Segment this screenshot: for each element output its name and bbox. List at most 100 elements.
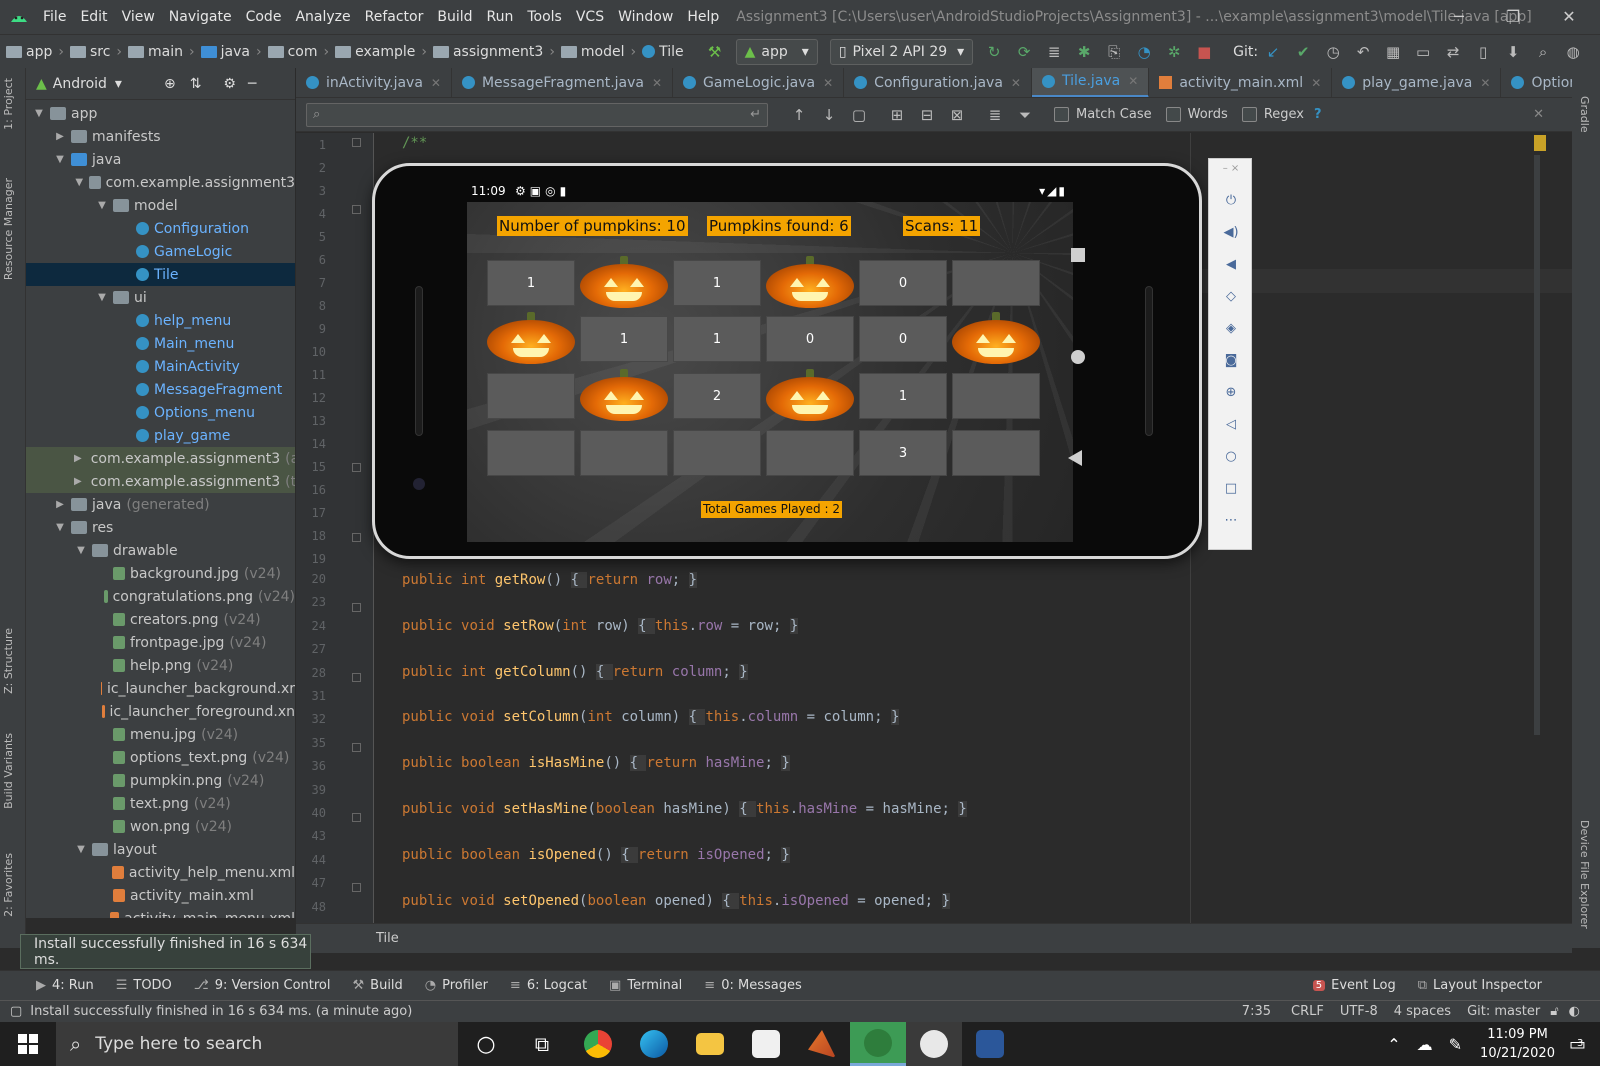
line-separator[interactable]: CRLF bbox=[1291, 1004, 1324, 1019]
pumpkin-tile[interactable] bbox=[578, 369, 670, 423]
editor-tab[interactable]: MessageFragment.java ✕ bbox=[452, 68, 674, 97]
tree-item[interactable]: ic_launcher_foreground.xn bbox=[26, 700, 295, 723]
game-tile[interactable] bbox=[580, 430, 668, 476]
tree-item[interactable]: activity_main.xml bbox=[26, 884, 295, 907]
close-icon[interactable]: ✕ bbox=[1480, 76, 1490, 90]
tree-item[interactable]: activity_main_menu.xml bbox=[26, 907, 295, 918]
tree-item[interactable]: ▶ com.example.assignment3 (te bbox=[26, 470, 295, 493]
tool-window-button[interactable]: ☰ TODO bbox=[116, 978, 172, 993]
game-tile[interactable] bbox=[952, 373, 1040, 419]
chrome-icon[interactable] bbox=[570, 1022, 626, 1066]
tool-window-structure[interactable]: Z: Structure bbox=[2, 628, 15, 694]
close-icon[interactable]: ✕ bbox=[652, 76, 662, 90]
user-icon[interactable]: ◍ bbox=[1560, 39, 1586, 65]
volume-down-icon[interactable]: ◀ bbox=[1209, 257, 1253, 272]
home-icon[interactable] bbox=[1071, 350, 1085, 364]
install-notification[interactable]: Install successfully finished in 16 s 63… bbox=[20, 934, 311, 969]
tree-item[interactable]: Main_menu bbox=[26, 332, 295, 355]
tree-item[interactable]: ▼ drawable bbox=[26, 539, 295, 562]
regex-help-icon[interactable]: ? bbox=[1314, 107, 1322, 122]
filter-icon[interactable]: ⏷ bbox=[1012, 102, 1038, 128]
tree-item[interactable]: help_menu bbox=[26, 309, 295, 332]
tree-item[interactable]: congratulations.png (v24) bbox=[26, 585, 295, 608]
debug-icon[interactable]: ✱ bbox=[1071, 39, 1097, 65]
game-tile[interactable]: 0 bbox=[859, 316, 947, 362]
tree-item[interactable]: frontpage.jpg (v24) bbox=[26, 631, 295, 654]
tool-window-button[interactable]: ⚒ Build bbox=[353, 978, 403, 993]
next-occurrence-icon[interactable]: ↓ bbox=[816, 102, 842, 128]
editor-tab[interactable]: GameLogic.java ✕ bbox=[673, 68, 845, 97]
onedrive-icon[interactable]: ☁ bbox=[1417, 1035, 1433, 1054]
close-icon[interactable]: ✕ bbox=[823, 76, 833, 90]
previous-occurrence-icon[interactable]: ↑ bbox=[786, 102, 812, 128]
chevron-right-icon[interactable]: ▶ bbox=[53, 131, 67, 142]
tool-window-button[interactable]: ▶ 4: Run bbox=[36, 978, 94, 993]
breadcrumb-item[interactable]: model › bbox=[560, 44, 642, 60]
game-tile[interactable]: 1 bbox=[673, 260, 761, 306]
tree-item[interactable]: ▼ app bbox=[26, 102, 295, 125]
rollback-icon[interactable]: ↶ bbox=[1350, 39, 1376, 65]
overview-icon[interactable]: □ bbox=[1209, 481, 1253, 496]
pumpkin-tile[interactable] bbox=[764, 256, 856, 310]
fold-marker-icon[interactable] bbox=[352, 673, 361, 682]
menu-navigate[interactable]: Navigate bbox=[162, 9, 239, 25]
game-tile[interactable] bbox=[952, 430, 1040, 476]
chevron-down-icon[interactable]: ▼ bbox=[74, 545, 88, 556]
file-encoding[interactable]: UTF-8 bbox=[1340, 1004, 1378, 1019]
close-icon[interactable]: ✕ bbox=[431, 76, 441, 90]
tool-window-button[interactable]: 5 Event Log bbox=[1312, 978, 1396, 993]
back-button-icon[interactable]: ◁ bbox=[1209, 417, 1253, 432]
device-select[interactable]: ▯ Pixel 2 API 29 ▾ bbox=[829, 38, 974, 65]
breadcrumb-item[interactable]: java › bbox=[200, 44, 268, 60]
lock-icon[interactable]: 🔓︎ bbox=[1550, 1004, 1558, 1019]
tree-item[interactable]: activity_help_menu.xml bbox=[26, 861, 295, 884]
tool-window-favorites[interactable]: 2: Favorites bbox=[2, 853, 15, 917]
stop-icon[interactable]: ■ bbox=[1191, 39, 1217, 65]
tree-item[interactable]: ▶ manifests bbox=[26, 125, 295, 148]
run-config-select[interactable]: ▲ app ▾ bbox=[735, 38, 818, 65]
sdk-manager-icon[interactable]: ⬇ bbox=[1500, 39, 1526, 65]
game-tile[interactable]: 0 bbox=[859, 260, 947, 306]
game-tile[interactable] bbox=[487, 373, 575, 419]
game-tile[interactable]: 0 bbox=[766, 316, 854, 362]
minimize-icon[interactable]: ─ bbox=[1434, 0, 1484, 34]
task-view-icon[interactable]: ⧉ bbox=[514, 1022, 570, 1066]
zoom-icon[interactable]: ⊕ bbox=[1209, 385, 1253, 400]
menu-file[interactable]: File bbox=[36, 9, 73, 25]
windows-start-icon[interactable] bbox=[0, 1022, 56, 1066]
chevron-right-icon[interactable]: ▶ bbox=[74, 476, 82, 487]
editor-scrollbar[interactable] bbox=[1534, 155, 1540, 735]
editor-tab[interactable]: Options_menu.java✕ bbox=[1501, 68, 1572, 97]
tree-item[interactable]: ▼ model bbox=[26, 194, 295, 217]
tree-item[interactable]: MessageFragment bbox=[26, 378, 295, 401]
inspection-warning-icon[interactable] bbox=[1534, 135, 1546, 151]
menu-code[interactable]: Code bbox=[239, 9, 289, 25]
emulator-window-controls[interactable]: – × bbox=[1209, 163, 1253, 174]
game-tile[interactable]: 1 bbox=[673, 316, 761, 362]
sync-gradle-icon[interactable]: ⇄ bbox=[1440, 39, 1466, 65]
clock[interactable]: 11:09 PM 10/21/2020 bbox=[1480, 1025, 1555, 1063]
breadcrumb-item[interactable]: app › bbox=[6, 44, 70, 60]
tool-window-gradle[interactable]: Gradle bbox=[1578, 96, 1591, 133]
regex-history-icon[interactable]: ↵ bbox=[750, 107, 761, 122]
back-icon[interactable] bbox=[1068, 450, 1082, 466]
breadcrumb-item[interactable]: main › bbox=[128, 44, 201, 60]
git-commit-icon[interactable]: ✔ bbox=[1290, 39, 1316, 65]
tool-window-button[interactable]: ≡ 0: Messages bbox=[704, 978, 801, 993]
pen-icon[interactable]: ✎ bbox=[1449, 1035, 1462, 1054]
attach-icon[interactable]: ⎘ bbox=[1101, 39, 1127, 65]
rotate-left-icon[interactable]: ◇ bbox=[1209, 289, 1253, 304]
apply-code-icon[interactable]: ≣ bbox=[1041, 39, 1067, 65]
tree-item[interactable]: background.jpg (v24) bbox=[26, 562, 295, 585]
recents-icon[interactable] bbox=[1071, 248, 1085, 262]
hide-icon[interactable]: ─ bbox=[248, 76, 256, 92]
android-studio-taskbar-icon[interactable] bbox=[850, 1022, 906, 1066]
fold-marker-icon[interactable] bbox=[352, 883, 361, 892]
volume-up-icon[interactable]: ◀) bbox=[1209, 225, 1253, 240]
close-icon[interactable]: ✕ bbox=[1311, 76, 1321, 90]
game-tile[interactable] bbox=[766, 430, 854, 476]
game-tile[interactable]: 3 bbox=[859, 430, 947, 476]
caret-position[interactable]: 7:35 bbox=[1242, 1004, 1271, 1019]
tree-item[interactable]: options_text.png (v24) bbox=[26, 746, 295, 769]
search-everywhere-icon[interactable]: ⌕ bbox=[1530, 39, 1556, 65]
